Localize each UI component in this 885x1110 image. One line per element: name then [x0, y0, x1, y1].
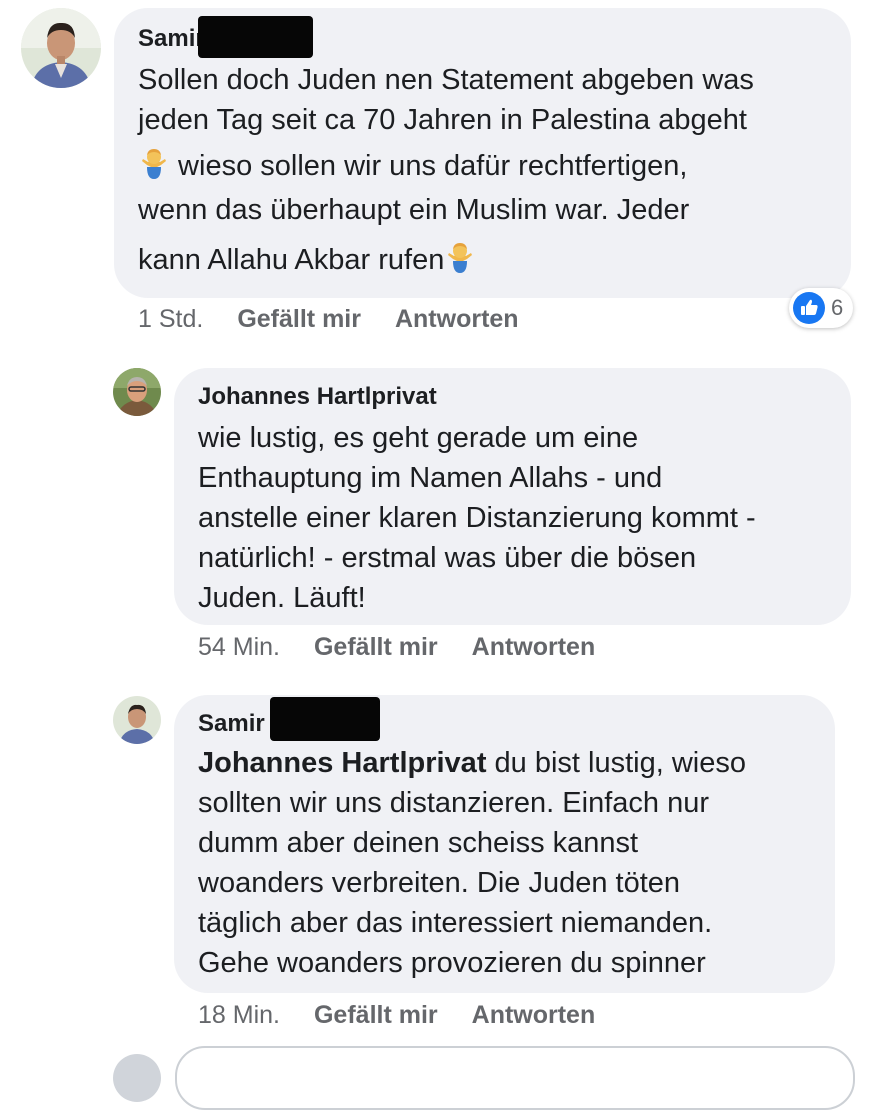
comment-bubble: Samir Johannes Hartlprivat du bist lusti… — [174, 695, 835, 993]
reply-button[interactable]: Antworten — [472, 1000, 596, 1030]
comment-author[interactable]: Johannes Hartlprivat — [198, 382, 437, 412]
comment-actions: 54 Min. Gefällt mir Antworten — [198, 632, 595, 662]
comment-timestamp[interactable]: 1 Std. — [138, 304, 203, 334]
comment-text-line: woanders verbreiten. Die Juden töten — [198, 867, 681, 899]
comment-text-line: anstelle einer klaren Distanzierung komm… — [198, 502, 756, 534]
avatar[interactable] — [113, 696, 161, 744]
reply-button[interactable]: Antworten — [472, 632, 596, 662]
comment-text-line: Sollen doch Juden nen Statement abgeben … — [138, 64, 754, 96]
reaction-summary[interactable]: 6 — [789, 288, 854, 328]
comment-actions: 1 Std. Gefällt mir Antworten — [138, 304, 519, 334]
redacted-surname — [270, 697, 380, 741]
comment-text-line: Enthauptung im Namen Allahs - und — [198, 462, 663, 494]
comment-bubble: Samir Sollen doch Juden nen Statement ab… — [114, 8, 851, 298]
reply-input[interactable] — [175, 1046, 855, 1110]
comment-text-line: natürlich! - erstmal was über die bösen — [198, 542, 697, 574]
comment-author[interactable]: Samir — [198, 697, 380, 741]
thumbs-up-icon — [793, 292, 825, 324]
comment-timestamp[interactable]: 18 Min. — [198, 1000, 280, 1030]
comment-author[interactable]: Samir — [138, 16, 313, 58]
like-button[interactable]: Gefällt mir — [314, 1000, 438, 1030]
reaction-count: 6 — [831, 295, 844, 320]
comment-text-line: du bist lustig, wieso — [486, 747, 746, 779]
comment-text-line: dumm aber deinen scheiss kannst — [198, 827, 639, 859]
comment-text-line: Gehe woanders provozieren du spinner — [198, 947, 706, 979]
comment-bubble: Johannes Hartlprivat wie lustig, es geht… — [174, 368, 851, 625]
comment-text-line: sollten wir uns distanzieren. Einfach nu… — [198, 787, 709, 819]
comment-timestamp[interactable]: 54 Min. — [198, 632, 280, 662]
avatar[interactable] — [21, 8, 101, 88]
composer-avatar — [113, 1054, 161, 1102]
redacted-surname — [198, 16, 313, 58]
person-shrugging-icon — [138, 147, 170, 179]
comment-text-line: wie lustig, es geht gerade um eine — [198, 422, 639, 454]
comment-actions: 18 Min. Gefällt mir Antworten — [198, 1000, 595, 1030]
mention-link[interactable]: Johannes Hartlprivat — [198, 747, 486, 779]
comment-text-line: täglich aber das interessiert niemanden. — [198, 907, 713, 939]
like-button[interactable]: Gefällt mir — [314, 632, 438, 662]
comment-text-line: Juden. Läuft! — [198, 582, 366, 614]
like-button[interactable]: Gefällt mir — [237, 304, 361, 334]
comment-text-line: kann Allahu Akbar rufen — [138, 244, 445, 276]
comment-text-line: jeden Tag seit ca 70 Jahren in Palestina… — [138, 104, 747, 136]
person-shrugging-icon — [444, 241, 476, 273]
reply-button[interactable]: Antworten — [395, 304, 519, 334]
avatar[interactable] — [113, 368, 161, 416]
comment-text-line: wenn das überhaupt ein Muslim war. Jeder — [138, 194, 690, 226]
comment-text-line: wieso sollen wir uns dafür rechtfertigen… — [170, 150, 688, 182]
